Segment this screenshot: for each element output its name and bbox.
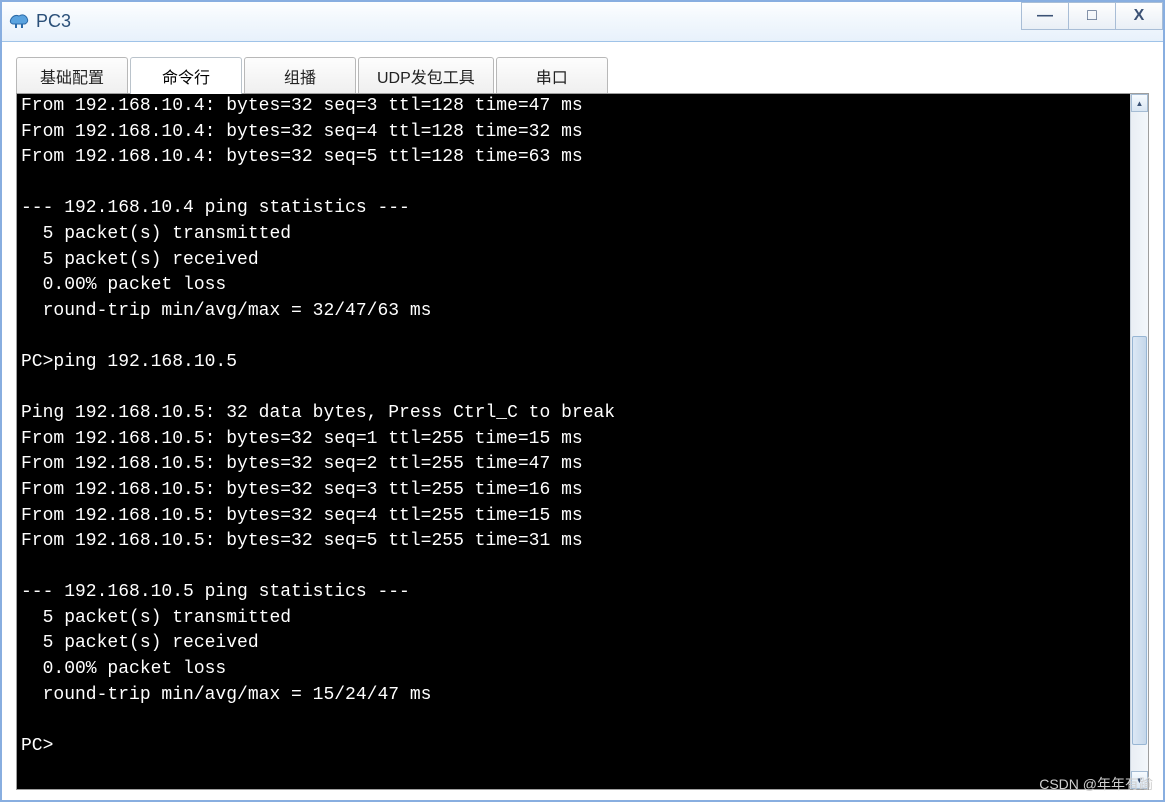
tab-udp-tool[interactable]: UDP发包工具 xyxy=(358,57,494,94)
app-icon xyxy=(8,11,30,33)
close-button[interactable]: X xyxy=(1115,2,1163,30)
tabs-row: 基础配置 命令行 组播 UDP发包工具 串口 xyxy=(16,56,1149,93)
maximize-button[interactable]: □ xyxy=(1068,2,1116,30)
scroll-thumb[interactable] xyxy=(1132,336,1147,745)
titlebar[interactable]: PC3 — □ X xyxy=(2,2,1163,42)
content-area: 基础配置 命令行 组播 UDP发包工具 串口 From 192.168.10.4… xyxy=(2,42,1163,800)
scroll-down-icon[interactable]: ▼ xyxy=(1131,771,1148,789)
window-title: PC3 xyxy=(36,11,71,32)
scroll-up-icon[interactable]: ▲ xyxy=(1131,94,1148,112)
window-controls: — □ X xyxy=(1021,2,1163,41)
tab-basic-config[interactable]: 基础配置 xyxy=(16,57,128,94)
window: PC3 — □ X 基础配置 命令行 组播 UDP发包工具 串口 From 19… xyxy=(0,0,1165,802)
tab-multicast[interactable]: 组播 xyxy=(244,57,356,94)
terminal-wrap: From 192.168.10.4: bytes=32 seq=3 ttl=12… xyxy=(16,93,1149,790)
terminal[interactable]: From 192.168.10.4: bytes=32 seq=3 ttl=12… xyxy=(17,94,1130,789)
scrollbar[interactable]: ▲ ▼ xyxy=(1130,94,1148,789)
title-left: PC3 xyxy=(8,11,71,33)
tab-serial[interactable]: 串口 xyxy=(496,57,608,94)
tab-cli[interactable]: 命令行 xyxy=(130,57,242,94)
minimize-button[interactable]: — xyxy=(1021,2,1069,30)
scroll-track[interactable] xyxy=(1131,112,1148,771)
